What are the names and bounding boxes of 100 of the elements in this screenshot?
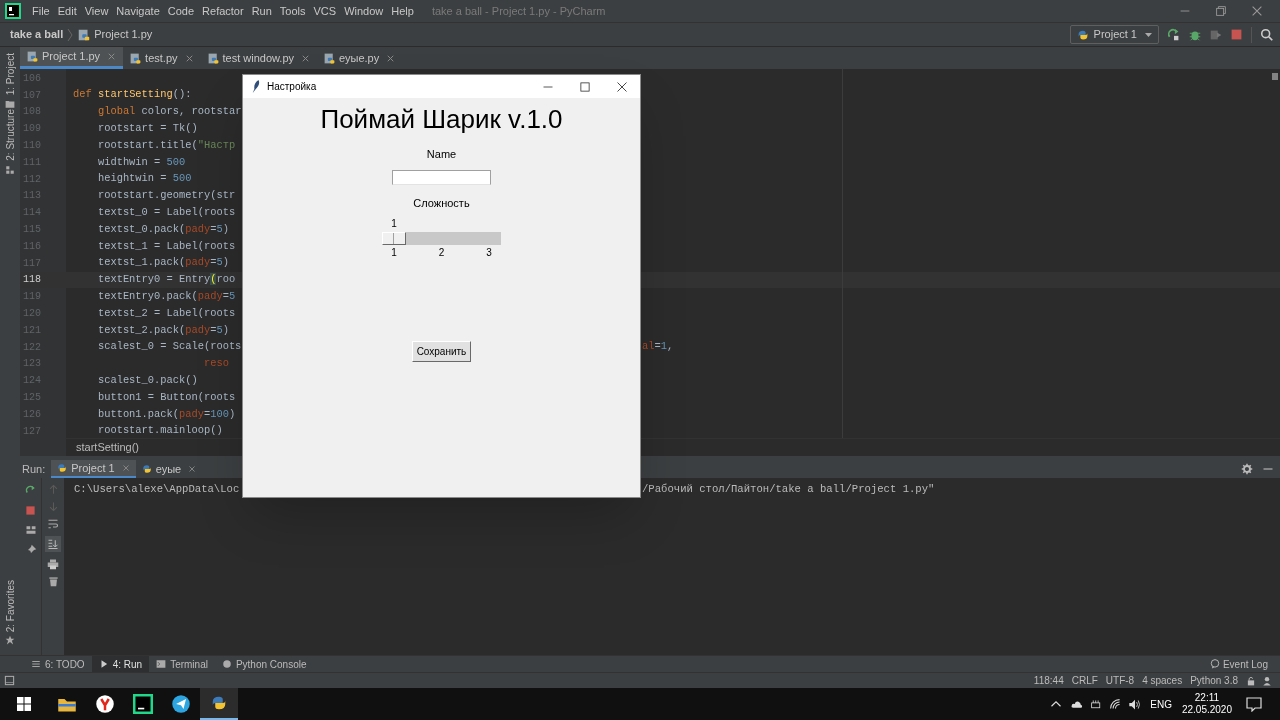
code-line: reso — [202, 356, 229, 372]
wifi-icon[interactable] — [1109, 697, 1123, 711]
notification-icon[interactable] — [1246, 696, 1262, 712]
stop-icon[interactable] — [1230, 28, 1243, 41]
code-line: scalest_0 = Scale(roots — [96, 339, 242, 355]
app-logo-icon[interactable] — [5, 3, 21, 19]
python-file-icon[interactable] — [323, 51, 337, 65]
rerun-icon[interactable] — [1167, 27, 1181, 42]
speaker-icon[interactable] — [1128, 697, 1143, 711]
scroll-to-end-icon[interactable] — [45, 536, 61, 552]
stop-icon[interactable] — [25, 505, 36, 516]
scale-value: 1 — [390, 218, 398, 230]
menu-item[interactable]: Navigate — [112, 2, 164, 20]
menu-item[interactable]: Help — [387, 2, 418, 20]
restore-icon[interactable] — [1214, 4, 1228, 18]
run-configuration-dropdown[interactable]: Project 1 — [1069, 25, 1159, 44]
menu-item[interactable]: File — [28, 2, 54, 20]
taskbar-app[interactable] — [200, 688, 238, 720]
pc-logo-icon[interactable] — [133, 694, 153, 714]
maximize-icon[interactable] — [579, 80, 591, 93]
status-item[interactable]: Python 3.8 — [1186, 673, 1242, 688]
structure-icon[interactable] — [5, 164, 15, 175]
status-item[interactable]: UTF-8 — [1101, 673, 1139, 688]
breadcrumb-item[interactable]: startSetting() — [76, 439, 139, 456]
code-line: textEntry0.pack(pady=5 — [96, 288, 236, 304]
feather-icon[interactable] — [251, 80, 261, 93]
breadcrumb-item[interactable]: take a ball — [10, 26, 64, 43]
run-tab[interactable]: Project 1 — [51, 460, 136, 478]
python-file-icon[interactable] — [77, 27, 92, 42]
console-output: C:\Users\alexe\AppData\Loc — [74, 482, 241, 497]
paper-plane-icon[interactable] — [171, 694, 191, 714]
editor-tab[interactable]: test.py — [123, 47, 201, 69]
close-icon[interactable] — [1250, 4, 1264, 18]
clock[interactable]: 22:11 22.05.2020 — [1181, 688, 1232, 720]
close-icon[interactable] — [616, 80, 628, 93]
python-file-icon[interactable] — [206, 51, 220, 65]
breadcrumb-item[interactable]: Project 1.py — [94, 26, 153, 43]
line-number: 118 — [23, 273, 41, 288]
folder-icon[interactable] — [5, 99, 15, 110]
language-indicator[interactable]: ENG — [1150, 696, 1172, 712]
code-line: textst_1 = Label(roots — [96, 238, 236, 254]
menu-item[interactable]: Tools — [275, 2, 310, 20]
terminal-icon[interactable] — [156, 659, 167, 669]
tick-label: 2 — [437, 247, 446, 259]
person-icon[interactable] — [1262, 675, 1272, 686]
slider-thumb[interactable] — [382, 232, 406, 245]
menu-item[interactable]: Code — [163, 2, 199, 20]
code-line: textst_1.pack(pady=5) — [96, 255, 229, 271]
editor-tab[interactable]: еуые.py — [317, 47, 403, 69]
tool-window-tab[interactable]: Python Console — [214, 656, 314, 672]
panel-toggle-icon[interactable] — [4, 675, 15, 686]
python-icon[interactable] — [56, 462, 69, 474]
run-tab[interactable]: еуые — [135, 460, 203, 478]
trash-icon[interactable] — [47, 576, 59, 587]
print-icon[interactable] — [47, 558, 59, 570]
tool-window-tab[interactable]: 2: Structure — [2, 109, 18, 161]
code-line: textst_0.pack(pady=5) — [96, 221, 229, 237]
status-item[interactable]: 4 spaces — [1138, 673, 1187, 688]
python-file-icon[interactable] — [26, 50, 39, 63]
menu-item[interactable]: Window — [340, 2, 388, 20]
list-icon[interactable] — [31, 659, 41, 669]
editor-tab[interactable]: Project 1.py — [20, 47, 124, 69]
event-log-button[interactable]: Event Log — [1209, 656, 1280, 672]
status-item[interactable]: 118:44 — [1029, 673, 1068, 688]
menu-item[interactable]: Refactor — [198, 2, 248, 20]
tool-window-tab[interactable]: 2: Favorites — [2, 579, 18, 632]
menu-item[interactable]: Edit — [53, 2, 81, 20]
windows-start-icon[interactable] — [16, 696, 32, 712]
save-button[interactable]: Сохранить — [411, 341, 472, 362]
python-icon[interactable] — [140, 463, 153, 475]
status-item[interactable]: CRLF — [1067, 673, 1102, 688]
wrap-icon[interactable] — [47, 518, 59, 530]
menu-item[interactable]: View — [80, 2, 113, 20]
slider-track[interactable] — [382, 232, 501, 245]
editor-tab[interactable]: test window.py — [200, 47, 318, 69]
tool-window-tab[interactable]: 4: Run — [91, 656, 150, 672]
tick-label: 3 — [485, 247, 493, 259]
settings-icon[interactable] — [1241, 463, 1253, 475]
tool-window-tab[interactable]: Terminal — [149, 656, 215, 672]
search-icon[interactable] — [1260, 27, 1274, 42]
tool-window-tab[interactable]: 6: TODO — [24, 656, 92, 672]
code-line: button1.pack(pady=100) — [96, 406, 236, 422]
python-file-icon[interactable] — [129, 51, 143, 65]
y-logo-icon[interactable] — [95, 694, 115, 714]
code-line: textst_2.pack(pady=5) — [96, 322, 229, 338]
window-title: take a ball - Project 1.py - PyCharm — [431, 3, 606, 19]
menu-item[interactable]: Run — [247, 2, 276, 20]
layout-icon[interactable] — [24, 524, 37, 536]
scrollbar-thumb[interactable] — [1272, 73, 1278, 80]
speech-bubble-icon[interactable] — [1209, 659, 1220, 669]
name-field[interactable] — [392, 170, 491, 185]
tool-window-tab[interactable]: 1: Project — [2, 53, 18, 96]
star-icon[interactable] — [5, 635, 15, 645]
lock-icon[interactable] — [1246, 675, 1256, 686]
caret-icon[interactable] — [1144, 30, 1153, 39]
code-line: textst_2 = Label(roots — [96, 305, 236, 321]
code-line: al=1, — [642, 339, 674, 355]
code-line: heightwin = 500 — [96, 171, 192, 187]
python-icon[interactable] — [221, 659, 232, 669]
menu-item[interactable]: VCS — [309, 2, 341, 20]
